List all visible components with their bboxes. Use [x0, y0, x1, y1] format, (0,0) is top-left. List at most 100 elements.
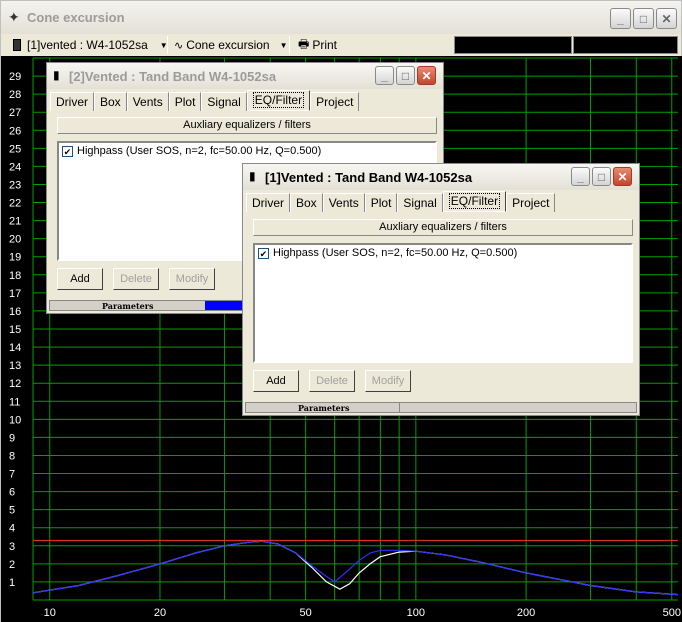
tab-box[interactable]: Box	[290, 193, 323, 212]
minimize-button[interactable]: _	[610, 8, 631, 29]
list-item[interactable]: ✔ Highpass (User SOS, n=2, fc=50.00 Hz, …	[258, 247, 517, 259]
group-label: Auxliary equalizers / filters	[57, 117, 437, 134]
delete-button[interactable]: Delete	[309, 370, 355, 392]
y-tick-label: 7	[9, 469, 15, 481]
view-select-value: Cone excursion	[186, 38, 270, 52]
y-tick-label: 12	[9, 378, 21, 390]
y-tick-label: 8	[9, 450, 15, 462]
dropdown-arrow-icon[interactable]: ▼	[280, 41, 288, 50]
tab-plot[interactable]: Plot	[364, 193, 398, 212]
list-item-label: Highpass (User SOS, n=2, fc=50.00 Hz, Q=…	[77, 145, 322, 157]
modify-button[interactable]: Modify	[365, 370, 411, 392]
tab-eq-filter[interactable]: EQ/Filter	[442, 191, 507, 212]
print-button[interactable]: 🖶 Print	[298, 36, 337, 54]
tab-signal[interactable]: Signal	[201, 92, 247, 111]
tab-vents[interactable]: Vents	[126, 92, 169, 111]
status-box-1	[454, 36, 572, 54]
tab-project[interactable]: Project	[506, 193, 556, 212]
app-icon: ✦	[8, 9, 20, 25]
y-tick-label: 21	[9, 216, 21, 228]
status-label: Parameters	[298, 403, 350, 413]
modify-button[interactable]: Modify	[169, 268, 215, 290]
dialog-title: [2]Vented : Tand Band W4-1052sa	[69, 69, 277, 84]
maximize-button[interactable]: □	[633, 8, 654, 29]
y-tick-label: 24	[9, 161, 21, 173]
y-tick-label: 28	[9, 89, 21, 101]
series-line-2	[32, 540, 679, 596]
y-tick-label: 13	[9, 360, 21, 372]
maximize-button[interactable]: □	[592, 167, 611, 186]
dialog-vented-1: ▮ [1]Vented : Tand Band W4-1052sa _ □ ✕ …	[242, 163, 640, 416]
y-tick-label: 25	[9, 143, 21, 155]
x-tick-label: 100	[407, 607, 425, 619]
speaker-icon	[13, 39, 21, 51]
wave-icon: ∿	[174, 39, 184, 52]
series-line-1	[32, 540, 679, 596]
tab-driver[interactable]: Driver	[246, 193, 290, 212]
group-label: Auxliary equalizers / filters	[253, 219, 633, 236]
project-select-value: [1]vented : W4-1052sa	[27, 38, 148, 52]
dialog-title-bar[interactable]: ▮ [1]Vented : Tand Band W4-1052sa _ □ ✕	[243, 164, 639, 190]
y-tick-label: 4	[9, 523, 15, 535]
tab-project[interactable]: Project	[310, 92, 360, 111]
speaker-icon: ▮	[53, 68, 60, 82]
y-tick-label: 29	[9, 71, 21, 83]
tab-strip: Driver Box Vents Plot Signal EQ/Filter P…	[246, 191, 556, 212]
add-button[interactable]: Add	[253, 370, 299, 392]
progress-fill	[205, 301, 245, 310]
x-tick-label: 500	[663, 607, 681, 619]
y-tick-label: 23	[9, 179, 21, 191]
tab-box[interactable]: Box	[94, 92, 127, 111]
close-button[interactable]: ✕	[417, 66, 436, 85]
view-select[interactable]: ∿ Cone excursion ▼	[174, 36, 288, 54]
close-button[interactable]: ✕	[656, 8, 677, 29]
filter-list[interactable]: ✔ Highpass (User SOS, n=2, fc=50.00 Hz, …	[253, 243, 633, 363]
status-box-2	[573, 36, 678, 54]
printer-icon: 🖶	[298, 36, 310, 51]
y-tick-label: 17	[9, 288, 21, 300]
y-tick-label: 5	[9, 505, 15, 517]
y-tick-label: 26	[9, 125, 21, 137]
project-select[interactable]: [1]vented : W4-1052sa ▼	[13, 36, 168, 54]
y-tick-label: 20	[9, 234, 21, 246]
tab-driver[interactable]: Driver	[50, 92, 94, 111]
y-tick-label: 22	[9, 198, 21, 210]
x-tick-label: 200	[517, 607, 535, 619]
status-label: Parameters	[102, 301, 154, 311]
title-bar[interactable]: ✦ Cone excursion _ □ ✕	[1, 1, 681, 34]
list-item-label: Highpass (User SOS, n=2, fc=50.00 Hz, Q=…	[273, 247, 518, 259]
tab-plot[interactable]: Plot	[168, 92, 202, 111]
y-tick-label: 2	[9, 559, 15, 571]
speaker-icon: ▮	[249, 169, 256, 183]
maximize-button[interactable]: □	[396, 66, 415, 85]
tab-strip: Driver Box Vents Plot Signal EQ/Filter P…	[50, 90, 360, 111]
tab-eq-filter[interactable]: EQ/Filter	[246, 90, 311, 111]
y-tick-label: 19	[9, 252, 21, 264]
checkbox[interactable]: ✔	[62, 145, 73, 157]
y-tick-label: 15	[9, 324, 21, 336]
add-button[interactable]: Add	[57, 268, 103, 290]
x-tick-label: 20	[154, 607, 166, 619]
status-bar: Parameters	[245, 402, 637, 413]
y-tick-label: 10	[9, 414, 21, 426]
status-divider	[399, 402, 400, 413]
close-button[interactable]: ✕	[613, 167, 632, 186]
y-tick-label: 18	[9, 270, 21, 282]
tab-signal[interactable]: Signal	[397, 193, 443, 212]
minimize-button[interactable]: _	[375, 66, 394, 85]
minimize-button[interactable]: _	[571, 167, 590, 186]
window-title: Cone excursion	[27, 10, 125, 25]
y-tick-label: 3	[9, 541, 15, 553]
x-tick-label: 50	[300, 607, 312, 619]
y-tick-label: 6	[9, 487, 15, 499]
y-tick-label: 1	[9, 577, 15, 589]
dialog-title: [1]Vented : Tand Band W4-1052sa	[265, 170, 473, 185]
list-item[interactable]: ✔ Highpass (User SOS, n=2, fc=50.00 Hz, …	[62, 145, 321, 157]
delete-button[interactable]: Delete	[113, 268, 159, 290]
y-tick-label: 11	[9, 396, 20, 408]
y-tick-label: 16	[9, 306, 21, 318]
checkbox[interactable]: ✔	[258, 247, 269, 259]
dialog-title-bar[interactable]: ▮ [2]Vented : Tand Band W4-1052sa _ □ ✕	[47, 63, 443, 89]
y-tick-label: 9	[9, 432, 15, 444]
tab-vents[interactable]: Vents	[322, 193, 365, 212]
